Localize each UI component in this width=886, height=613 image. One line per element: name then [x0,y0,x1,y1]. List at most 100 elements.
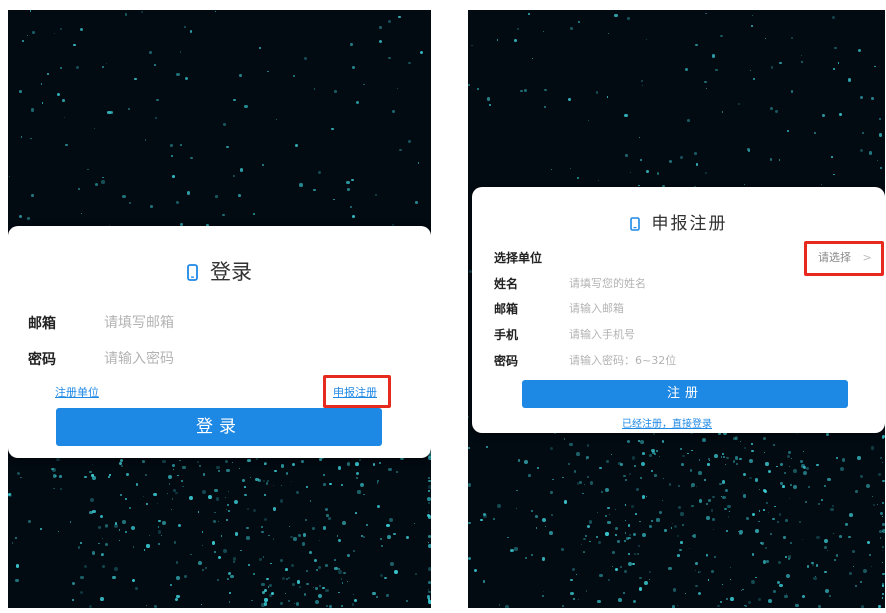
particle [742,588,745,591]
name-input[interactable] [569,277,849,290]
particle [880,512,884,516]
particle [471,44,473,47]
particle [59,66,62,69]
particle [351,178,354,182]
particle [792,485,797,490]
particle [605,532,609,536]
particle [267,70,269,72]
particle [233,98,237,102]
particle [687,452,689,455]
particle [363,493,365,496]
particle [160,534,163,537]
particle [607,507,610,510]
particle [751,449,754,453]
particle [867,541,871,545]
particle [768,598,772,603]
particle [312,586,314,589]
particle [686,119,690,122]
particle [668,483,672,486]
already-registered-link[interactable]: 已经注册，直接登录 [622,415,712,430]
particle [882,501,885,504]
particle [514,547,518,551]
particle [258,478,262,482]
particle [868,151,872,155]
particle [336,535,339,537]
particle [778,513,782,516]
particle [639,587,643,591]
password-input[interactable] [569,354,849,367]
particle [571,567,575,571]
particle [788,557,791,560]
particle [633,599,637,603]
particle [622,474,626,478]
particle [695,485,697,488]
particle [328,605,332,608]
particle [551,168,553,171]
particle [39,527,42,531]
particle [288,599,291,602]
particle [322,587,325,590]
particle [786,129,790,133]
password-label: 密码 [28,352,56,368]
particle [294,144,299,148]
particle [468,84,470,86]
particle [272,484,274,486]
particle [614,508,616,511]
particle [551,514,554,516]
particle [849,513,854,517]
register-unit-link[interactable]: 注册单位 [55,384,99,400]
particle [877,503,879,505]
particle [496,39,499,42]
particle [814,132,816,134]
particle [823,484,826,487]
particle [866,483,871,488]
particle [428,501,431,505]
particle [134,586,138,590]
particle [542,30,545,33]
email-input[interactable] [104,315,384,331]
particle [315,587,319,590]
particle [334,90,338,93]
password-input[interactable] [104,351,384,367]
particle [599,573,603,578]
particle [825,432,830,436]
particle [722,452,725,455]
particle [583,483,586,486]
particle [770,66,774,69]
particle [726,456,729,459]
particle [346,554,350,558]
particle [578,21,581,24]
particle [427,497,431,502]
particle [268,584,272,588]
particle [729,566,732,569]
particle [428,590,431,594]
particle [355,471,359,475]
particle [765,502,769,505]
particle [379,39,383,43]
particle [882,546,885,549]
particle [101,180,105,184]
particle [806,466,810,471]
particle [298,585,302,589]
particle [580,543,583,546]
login-button[interactable]: 登录 [56,408,382,446]
particle [671,522,674,525]
particle [157,503,159,505]
email-input[interactable] [569,302,849,315]
particle [19,90,22,94]
particle [119,539,121,541]
particle [882,572,885,576]
particle [752,78,755,81]
particle [93,127,96,129]
particle [882,562,884,564]
particle [141,460,145,464]
particle [743,446,747,450]
particle [305,486,308,489]
particle [783,535,786,539]
particle [341,582,343,584]
phone-input[interactable] [569,328,849,341]
register-button[interactable]: 注册 [522,380,848,408]
particle [153,63,156,66]
particle [231,461,234,463]
particle [293,75,295,77]
